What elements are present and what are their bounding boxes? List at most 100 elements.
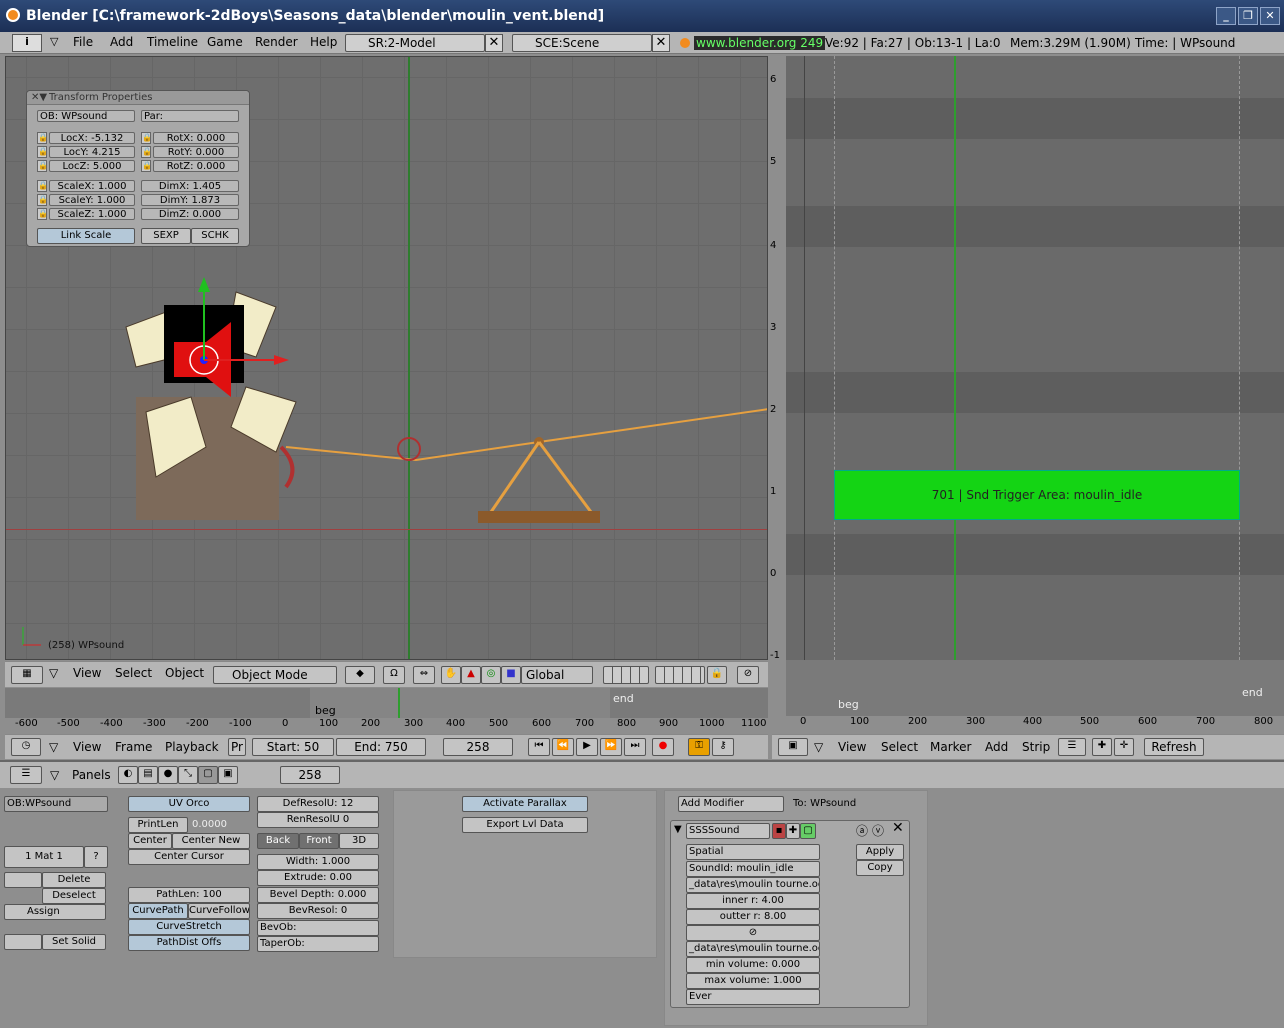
center-new-button[interactable]: Center New — [172, 833, 250, 849]
width-field[interactable]: Width: 1.000 — [257, 854, 379, 870]
lock-icon[interactable]: 🔒 — [37, 208, 48, 220]
modifier-cage-icon[interactable]: ▢ — [800, 823, 816, 839]
curve-follow-button[interactable]: CurveFollow — [188, 903, 250, 919]
dimx-field[interactable]: DimX: 1.405 — [141, 180, 239, 192]
object-icon[interactable]: ⤡ — [178, 766, 198, 784]
path-dist-offs-button[interactable]: PathDist Offs — [128, 935, 250, 951]
locy-field[interactable]: LocY: 4.215 — [49, 146, 135, 158]
timeline-area[interactable]: beg end — [5, 688, 768, 718]
lock-icon[interactable]: 🔒 — [141, 132, 152, 144]
min-volume-field[interactable]: min volume: 0.000 — [686, 957, 820, 973]
dimz-field[interactable]: DimZ: 0.000 — [141, 208, 239, 220]
scale-icon[interactable]: ■ — [501, 666, 521, 684]
seq-menu-add[interactable]: Add — [985, 740, 1008, 754]
translate-icon[interactable]: ▲ — [461, 666, 481, 684]
material-help-button[interactable]: ? — [84, 846, 108, 868]
timeline-menu-frame[interactable]: Frame — [115, 740, 152, 754]
print-len-button[interactable]: PrintLen — [128, 817, 188, 833]
layers-grid-a[interactable] — [603, 666, 649, 684]
render-preview-icon[interactable]: ⊘ — [737, 666, 759, 684]
front-toggle[interactable]: Front — [299, 833, 339, 849]
sexp-button[interactable]: SEXP — [141, 228, 191, 244]
sound-id-field[interactable]: SoundId: moulin_idle — [686, 861, 820, 877]
copy-button[interactable]: Copy — [856, 860, 904, 876]
keying-set-icon[interactable]: ⚿ — [688, 738, 710, 756]
timeline-view-type-icon[interactable]: ◷ — [11, 738, 41, 756]
locz-field[interactable]: LocZ: 5.000 — [49, 160, 135, 172]
extrude-field[interactable]: Extrude: 0.00 — [257, 870, 379, 886]
material-select-button[interactable] — [4, 872, 42, 888]
menu-file[interactable]: File — [73, 35, 93, 49]
screen-selector[interactable]: SR:2-Model — [345, 34, 485, 52]
seq-view-type-icon[interactable]: ▣ — [778, 738, 808, 756]
material-delete-button[interactable]: Delete — [42, 872, 106, 888]
roty-field[interactable]: RotY: 0.000 — [153, 146, 239, 158]
remove-modifier-icon[interactable]: ✕ — [892, 820, 904, 836]
rotate-icon[interactable]: ◎ — [481, 666, 501, 684]
material-deselect-button[interactable]: Deselect — [42, 888, 106, 904]
rotz-field[interactable]: RotZ: 0.000 — [153, 160, 239, 172]
menu-add[interactable]: Add — [110, 35, 133, 49]
bevel-depth-field[interactable]: Bevel Depth: 0.000 — [257, 887, 379, 903]
modifier-editmode-icon[interactable]: ✚ — [786, 823, 800, 839]
spatial-dropdown[interactable]: Spatial — [686, 844, 820, 860]
max-volume-field[interactable]: max volume: 1.000 — [686, 973, 820, 989]
seq-end-marker[interactable]: end — [1242, 686, 1263, 699]
menu-help[interactable]: Help — [310, 35, 337, 49]
script-icon[interactable]: ▤ — [138, 766, 158, 784]
sound-path-field-2[interactable]: _data\res\moulin tourne.ogg — [686, 941, 820, 957]
collapse-arrow-icon[interactable]: ▽ — [50, 768, 59, 782]
menu-timeline[interactable]: Timeline — [147, 35, 198, 49]
lock-icon[interactable]: 🔒 — [37, 146, 48, 158]
seq-refresh-button[interactable]: Refresh — [1144, 738, 1204, 756]
def-resol-field[interactable]: DefResolU: 12 — [257, 796, 379, 812]
seq-menu-marker[interactable]: Marker — [930, 740, 971, 754]
link-scale-button[interactable]: Link Scale — [37, 228, 135, 244]
dimy-field[interactable]: DimY: 1.873 — [141, 194, 239, 206]
timeline-menu-playback[interactable]: Playback — [165, 740, 219, 754]
next-key-icon[interactable]: ⏩ — [600, 738, 622, 756]
ren-resol-field[interactable]: RenResolU 0 — [257, 812, 379, 828]
move-up-icon[interactable]: ⓐ — [856, 822, 868, 839]
jump-start-icon[interactable]: ⏮ — [528, 738, 550, 756]
maximize-button[interactable]: ❐ — [1238, 7, 1258, 25]
outter-radius-field[interactable]: outter r: 8.00 — [686, 909, 820, 925]
modifier-name-field[interactable]: SSSSound — [686, 823, 770, 839]
editing-icon[interactable]: ▢ — [198, 766, 218, 784]
scalex-field[interactable]: ScaleX: 1.000 — [49, 180, 135, 192]
site-link[interactable]: www.blender.org 249 — [694, 36, 826, 50]
logic-icon[interactable]: ◐ — [118, 766, 138, 784]
seq-beg-marker[interactable]: beg — [838, 698, 859, 711]
uv-orco-button[interactable]: UV Orco — [128, 796, 250, 812]
seq-menu-strip[interactable]: Strip — [1022, 740, 1050, 754]
start-frame-field[interactable]: Start: 50 — [252, 738, 334, 756]
orientation-selector[interactable]: Global — [521, 666, 593, 684]
minimize-button[interactable]: _ — [1216, 7, 1236, 25]
locx-field[interactable]: LocX: -5.132 — [49, 132, 135, 144]
lock-icon[interactable]: 🔒 — [141, 146, 152, 158]
lock-icon[interactable]: 🔒 — [37, 132, 48, 144]
sound-strip[interactable]: 701 | Snd Trigger Area: moulin_idle — [834, 470, 1240, 520]
link-icon[interactable]: ⊘ — [686, 925, 820, 941]
seq-display-mode-icon[interactable]: ☰ — [1058, 738, 1086, 756]
collapse-arrow-icon[interactable]: ▽ — [49, 666, 58, 680]
lock-icon[interactable]: 🔒 — [37, 180, 48, 192]
taper-ob-field[interactable]: TaperOb: — [257, 936, 379, 952]
shading-icon[interactable]: ● — [158, 766, 178, 784]
sound-path-field[interactable]: _data\res\moulin tourne.ogg — [686, 877, 820, 893]
end-frame-field[interactable]: End: 750 — [336, 738, 426, 756]
preview-range-button[interactable]: Pr — [228, 738, 246, 756]
scaley-field[interactable]: ScaleY: 1.000 — [49, 194, 135, 206]
layers-grid-b[interactable] — [655, 666, 705, 684]
apply-button[interactable]: Apply — [856, 844, 904, 860]
prev-key-icon[interactable]: ⏪ — [552, 738, 574, 756]
modifier-expand-icon[interactable]: ▼ — [674, 824, 682, 835]
seq-zoom-icon[interactable]: ✚ — [1092, 738, 1112, 756]
jump-end-icon[interactable]: ⏭ — [624, 738, 646, 756]
widget-icon[interactable]: ⇔ — [413, 666, 435, 684]
add-modifier-button[interactable]: Add Modifier — [678, 796, 784, 812]
record-icon[interactable]: ● — [652, 738, 674, 756]
modifier-render-icon[interactable]: ▪ — [772, 823, 786, 839]
path-len-field[interactable]: PathLen: 100 — [128, 887, 250, 903]
current-frame-field[interactable]: 258 — [443, 738, 513, 756]
